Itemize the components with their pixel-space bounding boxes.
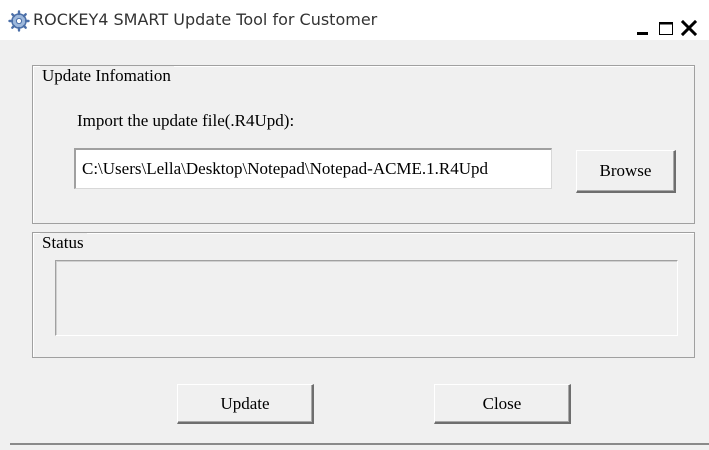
minimize-icon	[634, 19, 652, 37]
maximize-button[interactable]	[657, 19, 675, 37]
main-window: ROCKEY4 SMART Update Tool for Customer U…	[0, 0, 709, 450]
update-info-legend: Update Infomation	[40, 66, 174, 86]
status-display	[55, 260, 678, 336]
update-button[interactable]: Update	[177, 384, 314, 424]
import-file-label: Import the update file(.R4Upd):	[77, 111, 295, 130]
browse-button[interactable]: Browse	[576, 150, 676, 193]
close-window-button[interactable]	[680, 19, 698, 37]
close-button[interactable]: Close	[434, 384, 571, 424]
update-file-path-input[interactable]	[74, 148, 552, 189]
window-bottom-edge	[10, 443, 709, 445]
title-bar[interactable]: ROCKEY4 SMART Update Tool for Customer	[0, 0, 709, 40]
minimize-button[interactable]	[634, 19, 652, 37]
update-info-group	[32, 65, 695, 224]
maximize-icon	[657, 19, 675, 37]
close-icon	[680, 19, 698, 37]
app-gear-icon	[8, 10, 30, 32]
status-legend: Status	[40, 233, 87, 253]
window-title: ROCKEY4 SMART Update Tool for Customer	[33, 10, 378, 29]
